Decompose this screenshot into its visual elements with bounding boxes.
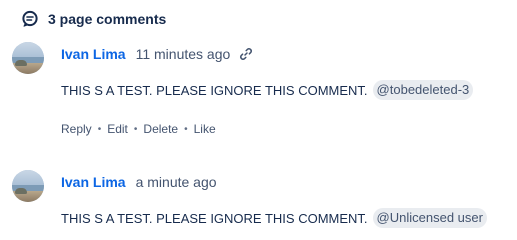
reply-button[interactable]: Reply: [61, 122, 92, 136]
delete-button[interactable]: Delete: [143, 122, 178, 136]
author-name[interactable]: Ivan Lima: [61, 46, 126, 62]
comment-body: THIS S A TEST. PLEASE IGNORE THIS COMMEN…: [61, 207, 487, 229]
separator-dot: •: [184, 123, 188, 135]
comment-text: THIS S A TEST. PLEASE IGNORE THIS COMMEN…: [61, 82, 368, 98]
comments-icon: [21, 10, 39, 28]
comments-count-title: 3 page comments: [48, 11, 167, 27]
comments-header: 3 page comments: [21, 9, 166, 29]
separator-dot: •: [97, 123, 102, 135]
user-mention[interactable]: @tobedeleted-3: [372, 80, 474, 100]
like-button[interactable]: Like: [194, 122, 216, 136]
comment-timestamp[interactable]: 11 minutes ago: [136, 46, 231, 62]
separator-dot: •: [133, 123, 138, 135]
author-name[interactable]: Ivan Lima: [61, 174, 126, 190]
comment-meta: Ivan Lima 11 minutes ago: [61, 44, 253, 64]
comment-body: THIS S A TEST. PLEASE IGNORE THIS COMMEN…: [61, 79, 474, 101]
edit-button[interactable]: Edit: [107, 122, 128, 136]
user-mention[interactable]: @Unlicensed user: [372, 208, 487, 228]
comment-timestamp[interactable]: a minute ago: [136, 174, 217, 190]
avatar[interactable]: [12, 42, 44, 74]
comment-actions: Reply • Edit • Delete • Like: [61, 120, 216, 138]
comment-text: THIS S A TEST. PLEASE IGNORE THIS COMMEN…: [61, 210, 368, 226]
avatar[interactable]: [12, 170, 44, 202]
comment-meta: Ivan Lima a minute ago: [61, 172, 217, 192]
link-icon[interactable]: [239, 47, 253, 61]
